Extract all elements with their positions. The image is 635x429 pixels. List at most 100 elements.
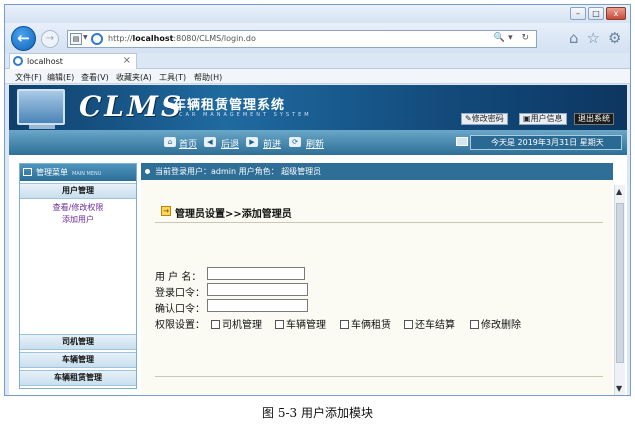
sidebar-item-user-management[interactable]: 用户管理 xyxy=(20,183,136,199)
sidebar-title-en: MAIN MENU xyxy=(72,171,102,177)
logout-button[interactable]: 退出系统 xyxy=(574,113,614,125)
refresh-icon: ⟳ xyxy=(289,137,301,147)
perm-label: 车辆管理 xyxy=(286,320,326,331)
refresh-link[interactable]: 刷新 xyxy=(306,137,324,150)
menu-favorites[interactable]: 收藏夹(A) xyxy=(116,72,152,83)
perm-label: 司机管理 xyxy=(222,320,262,331)
tab-ie-icon xyxy=(13,56,23,66)
change-password-label: 修改密码 xyxy=(471,114,504,123)
ie-icon xyxy=(91,33,103,45)
checkbox[interactable] xyxy=(275,320,284,329)
perm-label: 修改删除 xyxy=(481,320,521,331)
forward-icon: ▶ xyxy=(246,137,258,147)
back-icon: ◀ xyxy=(204,137,216,147)
forward-arrow-icon[interactable]: → xyxy=(41,30,59,48)
forward-link[interactable]: 前进 xyxy=(263,137,281,150)
system-title: 车辆租赁管理系统 xyxy=(173,98,286,113)
vertical-scrollbar[interactable]: ▲ ▼ xyxy=(614,185,625,395)
confirm-row: 确认口令： xyxy=(155,299,308,315)
divider xyxy=(155,222,603,223)
page-toolbar: ⌂ 首页 ◀ 后退 ▶ 前进 ⟳ 刷新 今天是 2019年3月31日 星期天 xyxy=(9,130,627,155)
home-icon: ⌂ xyxy=(164,137,176,147)
url-text[interactable]: http://localhost:8080/CLMS/login.do xyxy=(108,34,256,43)
user-icon: ▣ xyxy=(523,114,531,123)
page-viewport: CLMS 车辆租赁管理系统 CAR MANAGEMENT SYSTEM ✎修改密… xyxy=(9,85,627,395)
tab-close-icon[interactable]: × xyxy=(123,55,131,66)
sidebar-item-driver-management[interactable]: 司机管理 xyxy=(20,334,136,350)
form-content: → 管理员设置>>添加管理员 用 户 名： 登录口令： 确认口令： 权限设置： … xyxy=(141,180,613,395)
close-button[interactable]: x xyxy=(606,7,626,20)
username-row: 用 户 名： xyxy=(155,267,305,283)
sidebar-link-add-user[interactable]: 添加用户 xyxy=(20,214,136,225)
perm-label: 车俩租赁 xyxy=(351,320,391,331)
clms-logo: CLMS xyxy=(79,90,185,123)
user-info-button[interactable]: ▣用户信息 xyxy=(519,113,567,125)
scroll-down-icon[interactable]: ▼ xyxy=(616,384,622,393)
perm-return-settlement[interactable]: 还车结算 xyxy=(404,316,455,331)
username-label: 用 户 名： xyxy=(155,272,202,283)
menu-tools[interactable]: 工具(T) xyxy=(159,72,186,83)
system-banner: CLMS 车辆租赁管理系统 CAR MANAGEMENT SYSTEM ✎修改密… xyxy=(9,85,627,130)
perm-vehicle-rental[interactable]: 车俩租赁 xyxy=(340,316,391,331)
checkbox[interactable] xyxy=(340,320,349,329)
address-tools-icon[interactable]: 🔍▾ ↻ xyxy=(494,33,532,43)
username-input[interactable] xyxy=(207,267,305,280)
change-password-button[interactable]: ✎修改密码 xyxy=(461,113,508,125)
browser-window: – □ x ← → ▤ ▼ http://localhost:8080/CLMS… xyxy=(4,4,631,396)
confirm-password-input[interactable] xyxy=(207,299,308,312)
monitor-icon xyxy=(17,89,65,125)
sidebar-header: 管理菜单 MAIN MENU xyxy=(20,164,136,181)
maximize-button[interactable]: □ xyxy=(588,7,604,20)
perm-modify-delete[interactable]: 修改删除 xyxy=(470,316,521,331)
url-path: :8080/CLMS/login.do xyxy=(173,34,256,43)
password-row: 登录口令： xyxy=(155,283,308,299)
scroll-thumb[interactable] xyxy=(616,203,624,363)
tab-title: localhost xyxy=(27,57,63,66)
scroll-up-icon[interactable]: ▲ xyxy=(616,187,622,196)
key-icon: ✎ xyxy=(465,114,472,123)
navigation-bar: ← → ▤ ▼ http://localhost:8080/CLMS/login… xyxy=(5,23,630,53)
minimize-button[interactable]: – xyxy=(570,7,586,20)
screen-icon xyxy=(456,137,468,146)
checkbox[interactable] xyxy=(211,320,220,329)
arrow-icon: → xyxy=(161,206,171,216)
menu-help[interactable]: 帮助(H) xyxy=(194,72,222,83)
perm-vehicle-management[interactable]: 车辆管理 xyxy=(275,316,326,331)
address-bar[interactable]: ▤ ▼ http://localhost:8080/CLMS/login.do … xyxy=(67,30,537,48)
checkbox[interactable] xyxy=(404,320,413,329)
permission-row: 权限设置： 司机管理 车辆管理 车俩租赁 还车结算 修改删除 xyxy=(155,316,605,331)
user-info-label: 用户信息 xyxy=(530,114,563,123)
password-input[interactable] xyxy=(207,283,308,296)
dropdown-icon[interactable]: ▼ xyxy=(83,34,88,41)
perm-driver-management[interactable]: 司机管理 xyxy=(211,316,262,331)
current-user-text: 当前登录用户：admin 用户角色： 超级管理员 xyxy=(155,167,322,176)
menu-bar: 文件(F) 编辑(E) 查看(V) 收藏夹(A) 工具(T) 帮助(H) xyxy=(5,69,630,84)
confirm-label: 确认口令： xyxy=(155,304,205,315)
divider-bottom xyxy=(155,376,603,377)
page-title-text: 管理员设置>>添加管理员 xyxy=(175,209,292,220)
sidebar-menu: 管理菜单 MAIN MENU 用户管理 查看/修改权限 添加用户 司机管理 车辆管… xyxy=(19,163,137,389)
browser-tab[interactable]: localhost × xyxy=(9,53,137,69)
permission-label: 权限设置： xyxy=(155,320,205,331)
menu-view[interactable]: 查看(V) xyxy=(81,72,109,83)
figure-caption: 图 5-3 用户添加模块 xyxy=(262,406,373,420)
sidebar-item-rental-management[interactable]: 车辆租赁管理 xyxy=(20,370,136,386)
sidebar-title: 管理菜单 xyxy=(36,168,68,177)
current-user-bar: 当前登录用户：admin 用户角色： 超级管理员 xyxy=(141,163,613,180)
menu-icon xyxy=(23,168,32,176)
back-arrow-icon[interactable]: ← xyxy=(11,26,36,51)
back-link[interactable]: 后退 xyxy=(221,137,239,150)
sidebar-link-view-permissions[interactable]: 查看/修改权限 xyxy=(20,202,136,213)
bullet-icon xyxy=(145,169,150,174)
main-panel: 当前登录用户：admin 用户角色： 超级管理员 → 管理员设置>>添加管理员 … xyxy=(141,163,613,395)
menu-file[interactable]: 文件(F) xyxy=(15,72,42,83)
sidebar-item-vehicle-management[interactable]: 车辆管理 xyxy=(20,352,136,368)
checkbox[interactable] xyxy=(470,320,479,329)
monitor-stand xyxy=(29,125,55,129)
home-star-gear-icons[interactable]: ⌂☆⚙ xyxy=(569,29,629,47)
menu-edit[interactable]: 编辑(E) xyxy=(47,72,74,83)
password-label: 登录口令： xyxy=(155,288,205,299)
date-display: 今天是 2019年3月31日 星期天 xyxy=(470,135,622,150)
page-icon: ▤ xyxy=(70,33,82,45)
home-link[interactable]: 首页 xyxy=(179,137,197,150)
